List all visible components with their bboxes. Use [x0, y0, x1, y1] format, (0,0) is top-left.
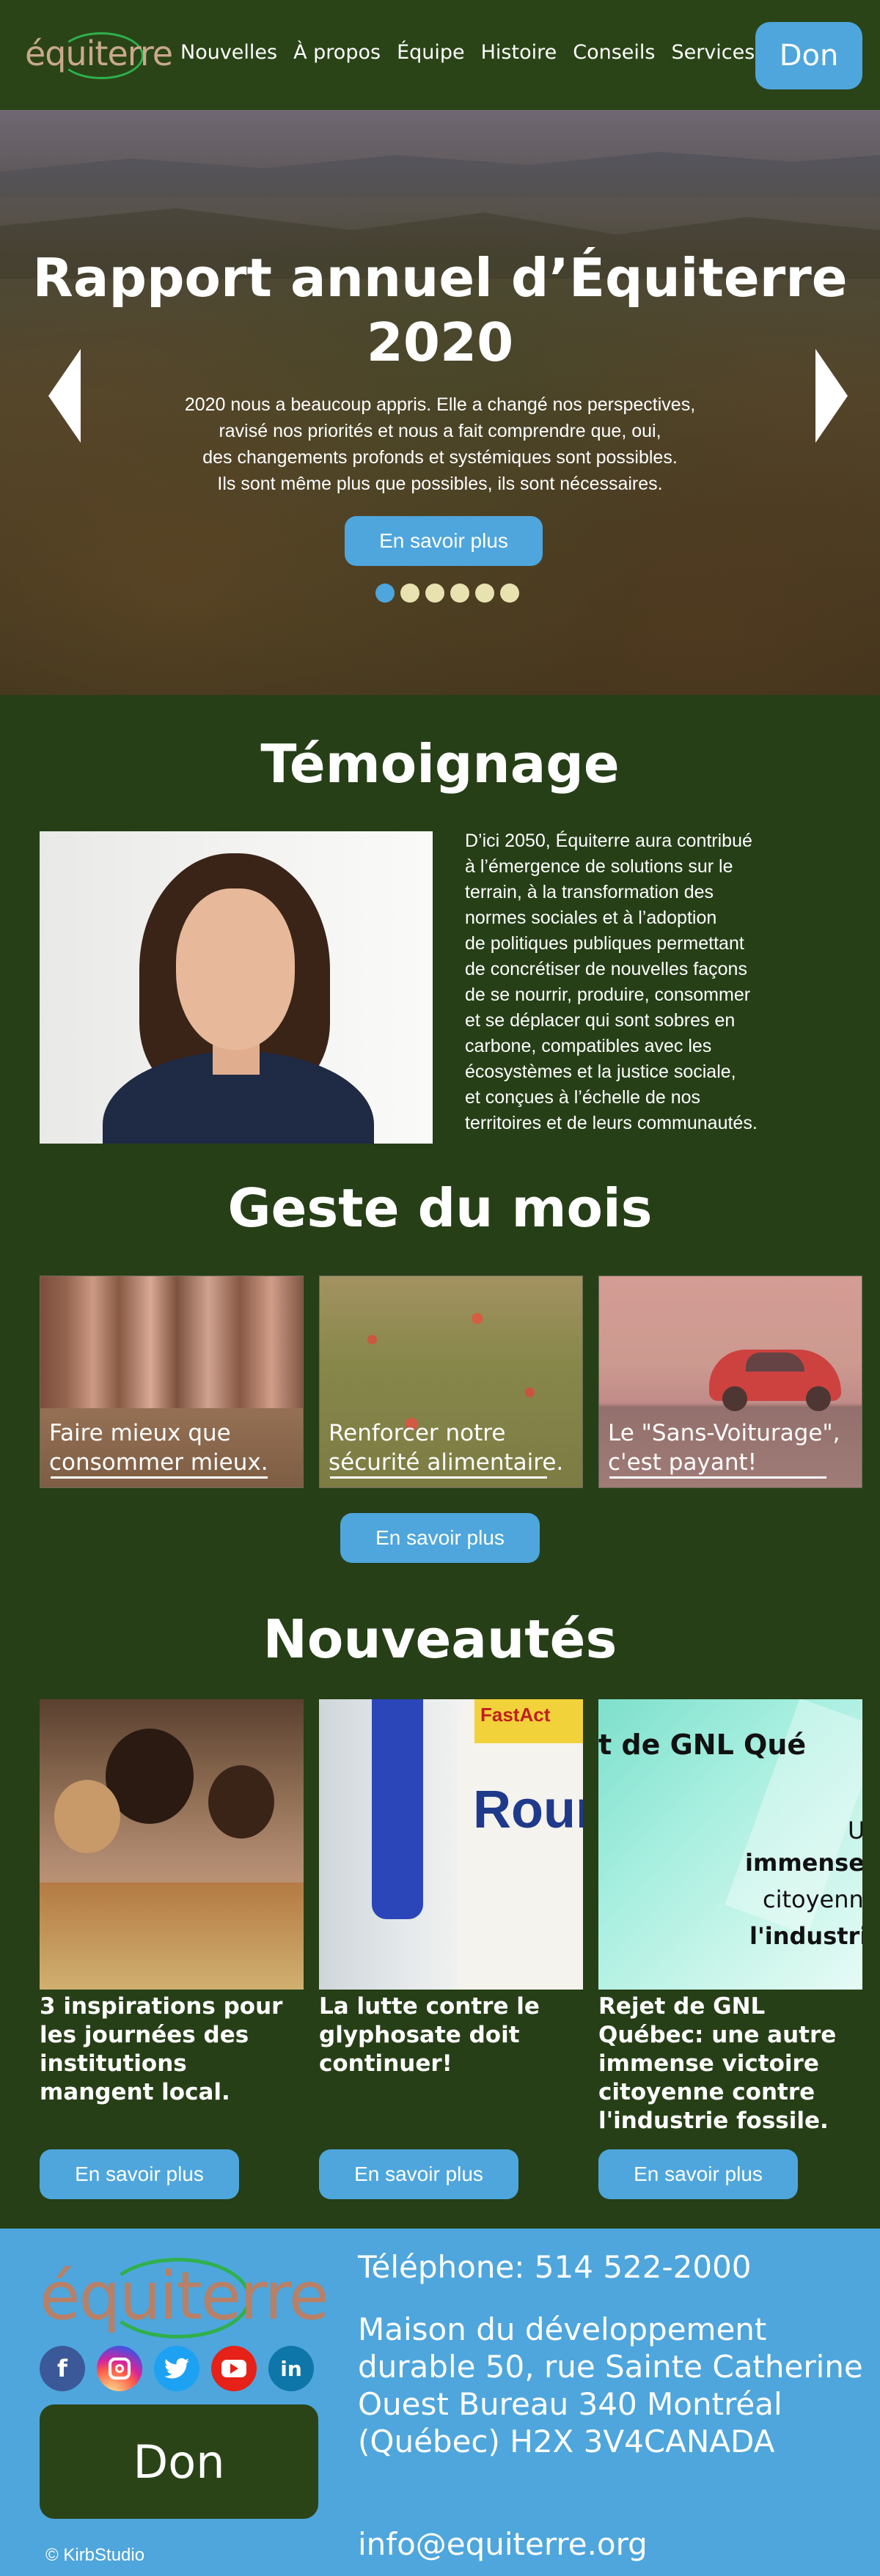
next-slide-arrow-icon[interactable]	[815, 349, 848, 443]
hero-learn-more-button[interactable]: En savoir plus	[345, 516, 543, 566]
geste-card-label: Renforcer notre sécurité alimentaire.	[329, 1420, 564, 1476]
footer-logo-text: équiterre	[40, 2258, 329, 2335]
nav-link-nouvelles[interactable]: Nouvelles	[180, 41, 277, 64]
testimonial-line: carbone, compatibles avec les	[465, 1036, 712, 1056]
facebook-icon[interactable]: f	[40, 2346, 85, 2391]
prev-slide-arrow-icon[interactable]	[48, 349, 81, 443]
nav-link-equipe[interactable]: Équipe	[397, 41, 465, 64]
nav-link-histoire[interactable]: Histoire	[481, 41, 557, 64]
hero-title: Rapport annuel d’Équiterre 2020	[0, 246, 880, 375]
footer-copyright: © KirbStudio	[45, 2545, 145, 2565]
testimonial-text: D’ici 2050, Équiterre aura contribué à l…	[465, 828, 810, 1136]
news-learn-more-button[interactable]: En savoir plus	[598, 2149, 798, 2199]
news-image-family-cooking[interactable]	[40, 1699, 304, 1990]
testimonial-line: territoires et de leurs communautés.	[465, 1113, 758, 1133]
hero-text-line: ravisé nos priorités et nous a fait comp…	[219, 421, 661, 441]
footer-address: Maison du développement durable 50, rue …	[358, 2311, 863, 2459]
slider-dot[interactable]	[425, 584, 444, 603]
slider-dot[interactable]	[375, 584, 395, 603]
footer-logo[interactable]: équiterre	[40, 2251, 329, 2346]
testimonial-line: et se déplacer qui sont sobres en	[465, 1010, 736, 1031]
slider-dot[interactable]	[475, 584, 494, 603]
nav-link-a-propos[interactable]: À propos	[293, 41, 381, 64]
hero-description: 2020 nous a beaucoup appris. Elle a chan…	[0, 391, 880, 497]
social-links: f in	[40, 2346, 314, 2391]
footer-email[interactable]: info@equiterre.org	[358, 2526, 648, 2562]
instagram-icon[interactable]	[97, 2346, 142, 2391]
nav-link-services[interactable]: Services	[671, 41, 755, 64]
news-learn-more-button[interactable]: En savoir plus	[319, 2149, 518, 2199]
slider-dots	[375, 584, 519, 603]
top-nav: équiterre Nouvelles À propos Équipe Hist…	[0, 0, 880, 110]
donate-button[interactable]: Don	[755, 22, 862, 89]
testimonial-photo	[40, 831, 433, 1144]
testimonial-line: terrain, à la transformation des	[465, 882, 714, 902]
youtube-icon[interactable]	[211, 2346, 257, 2391]
testimonial-line: écosystèmes et la justice sociale,	[465, 1061, 736, 1082]
nav-link-conseils[interactable]: Conseils	[573, 41, 655, 64]
geste-card-label: Faire mieux que consommer mieux.	[49, 1420, 268, 1476]
roundup-label: Round	[473, 1781, 583, 1839]
slider-dot[interactable]	[450, 584, 469, 603]
news-image-roundup[interactable]: FastAct Round	[319, 1699, 583, 1990]
footer-phone[interactable]: Téléphone: 514 522-2000	[358, 2249, 752, 2285]
testimonial-line: D’ici 2050, Équiterre aura contribué	[465, 831, 752, 851]
hero-title-line1: Rapport annuel d’Équiterre	[32, 247, 848, 309]
equiterre-logo[interactable]: équiterre	[25, 29, 173, 81]
news-heading: Nouveautés	[263, 1608, 617, 1670]
news-title-glyphosate[interactable]: La lutte contre le glyphosate doit conti…	[319, 1992, 583, 2078]
twitter-icon[interactable]	[154, 2346, 199, 2391]
testimonial-line: de concrétiser de nouvelles façons	[465, 959, 747, 979]
news-image-gnl-victory[interactable]: t de GNL Qué U immense citoyenn l'indust…	[598, 1699, 862, 1990]
slider-dot[interactable]	[400, 584, 419, 603]
geste-heading: Geste du mois	[227, 1177, 653, 1239]
footer-donate-button[interactable]: Don	[40, 2404, 318, 2519]
geste-learn-more-button[interactable]: En savoir plus	[340, 1513, 540, 1563]
testimonial-line: à l’émergence de solutions sur le	[465, 856, 733, 877]
news-title-local-food[interactable]: 3 inspirations pour les journées des ins…	[40, 1992, 304, 2107]
news-learn-more-button[interactable]: En savoir plus	[40, 2149, 239, 2199]
testimonial-line: de politiques publiques permettant	[465, 933, 744, 954]
hero-slider: Rapport annuel d’Équiterre 2020 2020 nou…	[0, 110, 880, 695]
hero-text-line: des changements profonds et systémiques …	[202, 447, 678, 468]
testimonial-line: et conçues à l’échelle de nos	[465, 1087, 701, 1108]
geste-card-label: Le "Sans-Voiturage", c'est payant!	[608, 1420, 840, 1476]
linkedin-icon[interactable]: in	[268, 2346, 314, 2391]
geste-card-sans-voiturage[interactable]: Le "Sans-Voiturage", c'est payant!	[598, 1276, 862, 1488]
fastact-label: FastAct	[480, 1704, 551, 1726]
testimonial-line: normes sociales et à l’adoption	[465, 908, 717, 928]
geste-card-consommer[interactable]: Faire mieux que consommer mieux.	[40, 1276, 304, 1488]
testimonial-heading: Témoignage	[260, 733, 620, 795]
logo-text: équiterre	[25, 34, 173, 73]
geste-card-securite[interactable]: Renforcer notre sécurité alimentaire.	[319, 1276, 583, 1488]
slider-dot[interactable]	[500, 584, 519, 603]
hero-background-mountains	[0, 152, 880, 198]
hero-text-line: Ils sont même plus que possibles, ils so…	[217, 474, 663, 494]
hero-title-line2: 2020	[366, 312, 514, 373]
news-title-gnl-quebec[interactable]: Rejet de GNL Québec: une autre immense v…	[598, 1992, 862, 2135]
footer: équiterre f in Don Téléphone: 514 522-20…	[0, 2229, 880, 2576]
testimonial-line: de se nourrir, produire, consommer	[465, 985, 751, 1005]
nav-links: Nouvelles À propos Équipe Histoire Conse…	[180, 41, 813, 64]
hero-text-line: 2020 nous a beaucoup appris. Elle a chan…	[184, 394, 696, 415]
